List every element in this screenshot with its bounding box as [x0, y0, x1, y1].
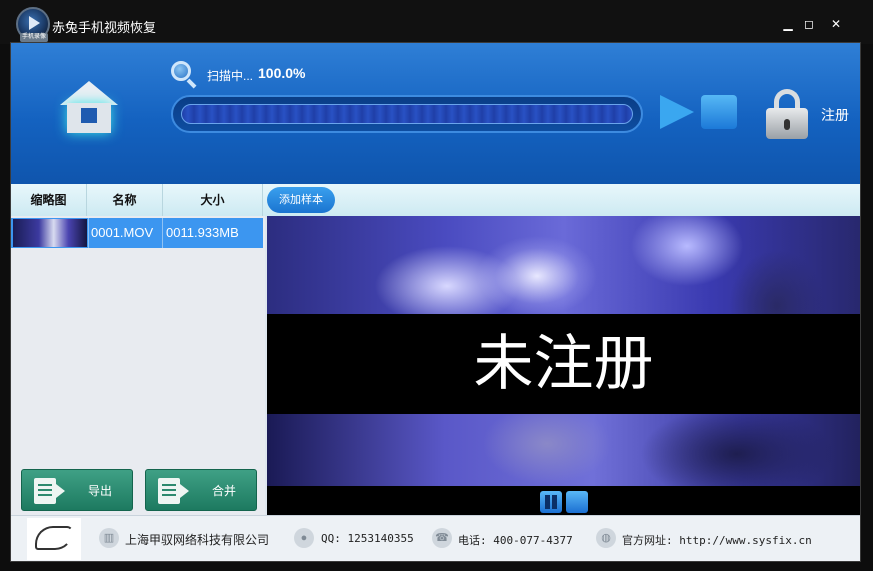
export-icon	[34, 478, 56, 504]
merge-icon	[158, 478, 180, 504]
lock-icon[interactable]	[766, 89, 808, 139]
unregistered-watermark: 未注册	[473, 329, 654, 399]
pause-button[interactable]	[540, 491, 562, 513]
start-scan-button[interactable]	[660, 95, 694, 129]
scan-progress-fill	[181, 104, 633, 124]
maximize-button[interactable]: ◻	[801, 16, 817, 32]
phone-number: 电话: 400-077-4377	[458, 534, 573, 547]
qq-icon: ●	[294, 528, 314, 548]
close-button[interactable]: ✕	[828, 16, 844, 32]
column-size[interactable]: 大小	[163, 184, 263, 216]
search-lens	[171, 61, 191, 81]
file-size: 0011.933MB	[166, 225, 239, 240]
building-icon: ▥	[99, 528, 119, 548]
video-controls	[267, 486, 860, 515]
globe-icon: ◍	[596, 528, 616, 548]
merge-arrow-icon	[180, 484, 189, 498]
add-sample-button[interactable]: 添加样本	[267, 187, 335, 213]
app-logo-icon: 手机录像	[16, 7, 50, 42]
export-button[interactable]: 导出	[21, 469, 133, 511]
home-button[interactable]	[55, 77, 123, 139]
app-window: 手机录像 赤兔手机视频恢复 ▁ ◻ ✕ 扫描中... 100.0% 注册 缩略图…	[0, 0, 873, 571]
footer: ▥ 上海甲驭网络科技有限公司 ● QQ: 1253140355 ☎ 电话: 40…	[11, 515, 860, 561]
merge-label: 合并	[212, 484, 237, 498]
minimize-button[interactable]: ▁	[780, 16, 796, 32]
scan-progress-bar	[171, 95, 643, 133]
client-area: 扫描中... 100.0% 注册 缩略图 名称 大小 添加样本 0001.MOV…	[10, 42, 861, 562]
website-link[interactable]: 官方网址: http://www.sysfix.cn	[622, 532, 812, 548]
scan-status-label: 扫描中...	[207, 69, 254, 83]
video-preview[interactable]: 未注册	[267, 216, 860, 515]
column-name[interactable]: 名称	[87, 184, 163, 216]
video-stop-button[interactable]	[566, 491, 588, 513]
qq-number: QQ: 1253140355	[321, 532, 414, 545]
title-bar[interactable]: 手机录像 赤兔手机视频恢复 ▁ ◻ ✕	[0, 0, 873, 44]
export-label: 导出	[88, 484, 113, 498]
header-panel: 扫描中... 100.0% 注册	[11, 43, 860, 184]
home-door	[81, 108, 97, 123]
company-name: 上海甲驭网络科技有限公司	[125, 533, 270, 547]
video-frame-top	[267, 216, 860, 314]
merge-button[interactable]: 合并	[145, 469, 257, 511]
stop-scan-button[interactable]	[701, 95, 737, 129]
video-frame-bottom	[267, 414, 860, 486]
phone-icon: ☎	[432, 528, 452, 548]
file-name: 0001.MOV	[91, 225, 154, 240]
lock-keyhole	[784, 119, 790, 130]
column-header-strip: 缩略图 名称 大小	[11, 184, 860, 216]
video-thumbnail	[13, 219, 87, 247]
export-arrow-icon	[56, 484, 65, 498]
search-handle	[186, 78, 197, 89]
search-icon	[171, 61, 197, 89]
company-logo	[27, 518, 81, 560]
register-link[interactable]: 注册	[821, 105, 849, 125]
window-title: 赤兔手机视频恢复	[52, 20, 157, 35]
column-thumbnail[interactable]: 缩略图	[11, 184, 87, 216]
table-row[interactable]: 0001.MOV 0011.933MB	[11, 218, 263, 248]
logo-play-icon	[29, 16, 40, 30]
logo-tag: 手机录像	[20, 33, 48, 42]
horse-logo-icon	[35, 526, 73, 550]
scan-percent: 100.0%	[258, 65, 306, 81]
home-roof	[60, 81, 118, 105]
